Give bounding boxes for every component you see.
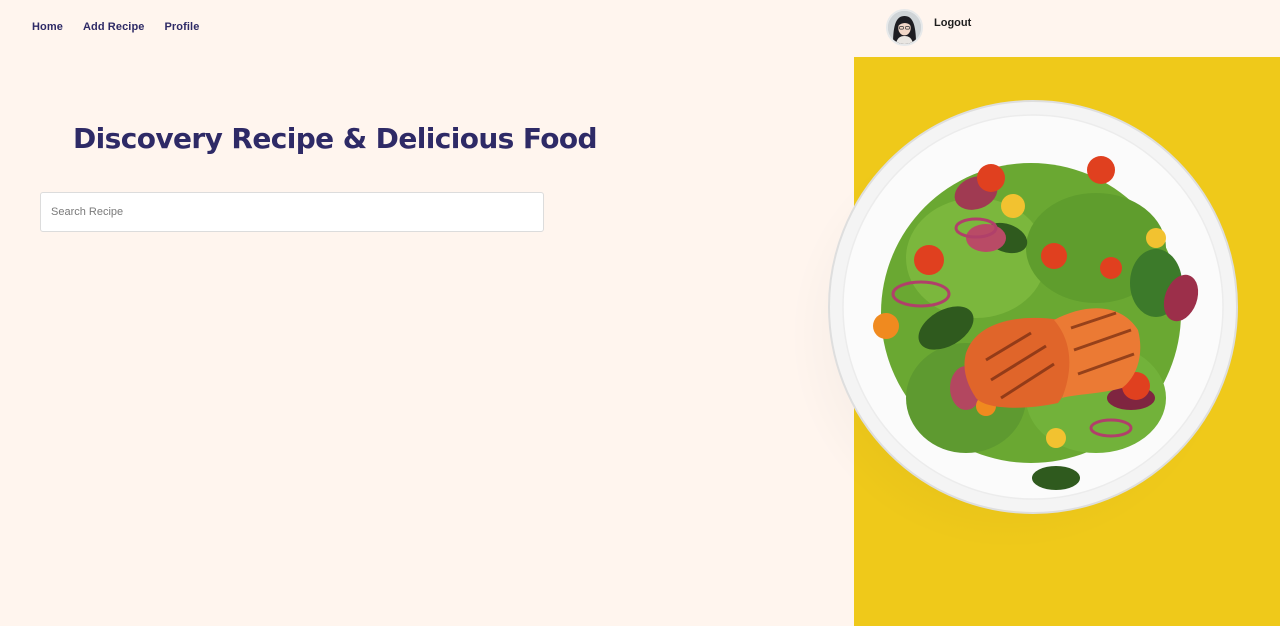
logout-link[interactable]: Logout (934, 17, 971, 29)
nav-link-add-recipe[interactable]: Add Recipe (83, 21, 145, 33)
user-menu: Logout (886, 9, 971, 46)
top-navbar: Home Add Recipe Profile Logout (0, 0, 1280, 57)
nav-link-home[interactable]: Home (32, 21, 63, 33)
salad-plate-image (828, 100, 1238, 514)
avatar[interactable] (886, 9, 923, 46)
page: Home Add Recipe Profile Logout Discovery… (0, 0, 1280, 626)
search-input[interactable] (40, 192, 544, 232)
nav-link-profile[interactable]: Profile (164, 21, 199, 33)
nav-links: Home Add Recipe Profile (32, 21, 199, 33)
page-title: Discovery Recipe & Delicious Food (73, 122, 598, 155)
avatar-photo (888, 11, 921, 44)
